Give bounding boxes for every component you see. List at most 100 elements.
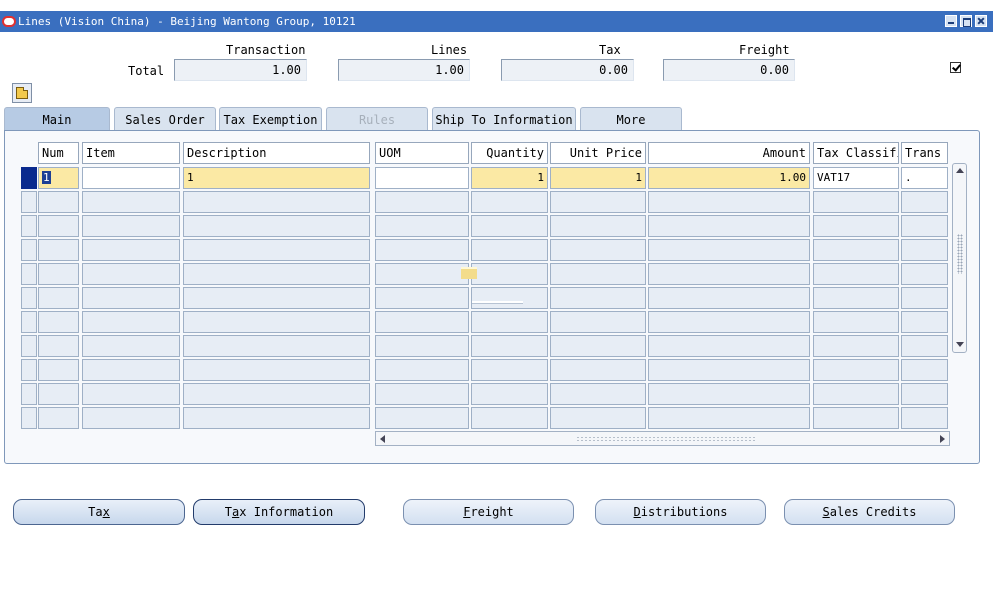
cell-num[interactable]: 1 [38,167,79,189]
cell-unit-price[interactable]: 1 [550,167,646,189]
table-cell[interactable] [901,287,948,309]
table-cell[interactable] [38,263,79,285]
cell-amount[interactable]: 1.00 [648,167,810,189]
row-indicator[interactable] [21,287,37,309]
table-cell[interactable] [375,287,469,309]
close-icon[interactable] [975,15,987,27]
tax-total-field[interactable]: 0.00 [501,59,634,81]
table-cell[interactable] [550,383,646,405]
cell-description[interactable]: 1 [183,167,370,189]
maximize-icon[interactable] [960,15,972,27]
table-cell[interactable] [375,359,469,381]
cell-quantity[interactable]: 1 [471,167,548,189]
table-cell[interactable] [471,359,548,381]
table-cell[interactable] [648,239,810,261]
table-cell[interactable] [550,239,646,261]
table-cell[interactable] [648,191,810,213]
scroll-left-icon[interactable] [380,435,385,443]
table-cell[interactable] [375,407,469,429]
table-cell[interactable] [38,239,79,261]
table-cell[interactable] [82,287,180,309]
table-cell[interactable] [901,407,948,429]
horizontal-scrollbar[interactable] [375,431,950,446]
tab-tax-exemption[interactable]: Tax Exemption [219,107,322,130]
table-cell[interactable] [38,383,79,405]
table-cell[interactable] [813,287,899,309]
table-cell[interactable] [813,239,899,261]
table-cell[interactable] [648,263,810,285]
table-cell[interactable] [901,383,948,405]
tab-more[interactable]: More [580,107,682,130]
table-cell[interactable] [901,239,948,261]
table-cell[interactable] [82,239,180,261]
table-cell[interactable] [375,263,469,285]
table-cell[interactable] [471,311,548,333]
table-cell[interactable] [82,359,180,381]
scroll-grip[interactable] [957,234,963,274]
tab-sales-order[interactable]: Sales Order [114,107,216,130]
sales-credits-button[interactable]: Sales Credits [784,499,955,525]
table-cell[interactable] [648,407,810,429]
table-cell[interactable] [82,407,180,429]
row-indicator[interactable] [21,359,37,381]
table-cell[interactable] [550,335,646,357]
table-cell[interactable] [471,191,548,213]
table-cell[interactable] [550,407,646,429]
lines-total-field[interactable]: 1.00 [338,59,470,81]
table-cell[interactable] [813,191,899,213]
table-cell[interactable] [471,383,548,405]
table-cell[interactable] [82,215,180,237]
table-cell[interactable] [82,311,180,333]
table-cell[interactable] [82,263,180,285]
table-cell[interactable] [648,335,810,357]
table-cell[interactable] [375,311,469,333]
horizontal-scroll-grip[interactable] [576,436,756,442]
table-cell[interactable] [648,311,810,333]
table-cell[interactable] [82,335,180,357]
table-cell[interactable] [183,383,370,405]
row-indicator[interactable] [21,335,37,357]
table-cell[interactable] [471,407,548,429]
freight-button[interactable]: Freight [403,499,574,525]
tab-main[interactable]: Main [4,107,110,130]
table-cell[interactable] [550,215,646,237]
vertical-scrollbar[interactable] [952,163,967,353]
table-cell[interactable] [38,287,79,309]
table-cell[interactable] [183,191,370,213]
table-cell[interactable] [648,287,810,309]
table-cell[interactable] [550,287,646,309]
table-cell[interactable] [813,215,899,237]
table-cell[interactable] [550,359,646,381]
freight-total-field[interactable]: 0.00 [663,59,795,81]
table-cell[interactable] [813,383,899,405]
cell-item[interactable] [82,167,180,189]
table-cell[interactable] [38,215,79,237]
minimize-icon[interactable] [945,15,957,27]
table-cell[interactable] [375,335,469,357]
row-indicator[interactable] [21,215,37,237]
table-cell[interactable] [183,311,370,333]
current-row-indicator[interactable] [21,167,37,189]
table-cell[interactable] [901,191,948,213]
scroll-down-icon[interactable] [956,342,964,347]
table-cell[interactable] [813,311,899,333]
table-cell[interactable] [375,239,469,261]
table-cell[interactable] [375,383,469,405]
table-cell[interactable] [471,263,548,285]
scroll-up-icon[interactable] [956,168,964,173]
table-cell[interactable] [813,263,899,285]
row-indicator[interactable] [21,311,37,333]
cell-trans[interactable]: . [901,167,948,189]
tab-ship-to-information[interactable]: Ship To Information [432,107,576,130]
table-cell[interactable] [375,215,469,237]
row-indicator[interactable] [21,239,37,261]
table-cell[interactable] [82,383,180,405]
table-cell[interactable] [648,383,810,405]
table-cell[interactable] [375,191,469,213]
distributions-button[interactable]: Distributions [595,499,766,525]
table-cell[interactable] [648,215,810,237]
row-indicator[interactable] [21,407,37,429]
tax-button[interactable]: Tax [13,499,185,525]
transaction-total-field[interactable]: 1.00 [174,59,307,81]
table-cell[interactable] [183,287,370,309]
